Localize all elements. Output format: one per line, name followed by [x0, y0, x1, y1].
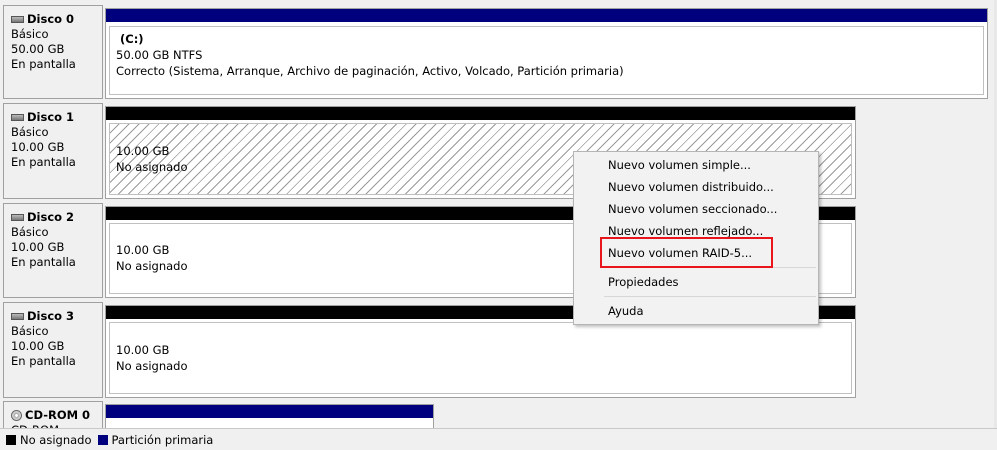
primary-partition-bar [106, 9, 987, 22]
disk-status: En pantalla [11, 57, 76, 71]
disk-size: 10.00 GB [11, 240, 65, 254]
disk-type: Básico [11, 324, 49, 338]
partition-label: (C:) [120, 32, 144, 46]
primary-swatch [97, 434, 108, 445]
cdrom-0-label[interactable]: CD-ROM 0 CD-ROM [3, 401, 103, 428]
menu-item-new-striped-volume[interactable]: Nuevo volumen seccionado... [574, 198, 818, 220]
disk-name: Disco 1 [27, 110, 75, 124]
disk-status: En pantalla [11, 155, 76, 169]
menu-item-new-simple-volume[interactable]: Nuevo volumen simple... [574, 154, 818, 176]
disk-name: Disco 3 [27, 309, 75, 323]
disk-map-view: Disco 0 Básico 50.00 GB En pantalla (C:)… [0, 0, 997, 428]
disk-2-label[interactable]: Disco 2 Básico 10.00 GB En pantalla [3, 203, 103, 298]
disk-1-label[interactable]: Disco 1 Básico 10.00 GB En pantalla [3, 103, 103, 199]
disk-size: 50.00 GB [11, 42, 65, 56]
hard-disk-icon [11, 114, 24, 121]
partition-state: No asignado [116, 359, 188, 373]
hard-disk-icon [11, 313, 24, 320]
highlight-box-raid5 [600, 237, 773, 268]
disk-status: En pantalla [11, 255, 76, 269]
hard-disk-icon [11, 214, 24, 221]
disk-3-label[interactable]: Disco 3 Básico 10.00 GB En pantalla [3, 302, 103, 398]
disk-size: 10.00 GB [11, 140, 65, 154]
menu-item-properties[interactable]: Propiedades [574, 271, 818, 293]
disk-type: Básico [11, 125, 49, 139]
legend: No asignado Partición primaria [0, 428, 997, 450]
disk-type: Básico [11, 225, 49, 239]
menu-item-help[interactable]: Ayuda [574, 300, 818, 322]
unallocated-bar [106, 107, 855, 120]
disk-size: 10.00 GB [11, 339, 65, 353]
disk-0-label[interactable]: Disco 0 Básico 50.00 GB En pantalla [3, 5, 103, 99]
hard-disk-icon [11, 16, 24, 23]
menu-item-new-spanned-volume[interactable]: Nuevo volumen distribuido... [574, 176, 818, 198]
partition-size-fs: 50.00 GB NTFS [116, 48, 203, 62]
partition-c[interactable]: (C:) 50.00 GB NTFS Correcto (Sistema, Ar… [105, 8, 988, 99]
menu-separator [604, 296, 816, 297]
cdrom-volume[interactable] [105, 404, 434, 428]
disk-name: Disco 0 [27, 12, 75, 26]
disk-type: Básico [11, 27, 49, 41]
partition-size: 10.00 GB [116, 343, 170, 357]
cd-drive-icon [11, 410, 22, 421]
disk-status: En pantalla [11, 354, 76, 368]
partition-health: Correcto (Sistema, Arranque, Archivo de … [116, 64, 624, 78]
primary-partition-bar [106, 405, 433, 418]
legend-unallocated: No asignado [6, 433, 92, 447]
disk-name: Disco 2 [27, 210, 75, 224]
unallocated-swatch [6, 434, 16, 445]
disk-name: CD-ROM 0 [25, 408, 91, 422]
legend-primary: Partición primaria [97, 433, 213, 447]
